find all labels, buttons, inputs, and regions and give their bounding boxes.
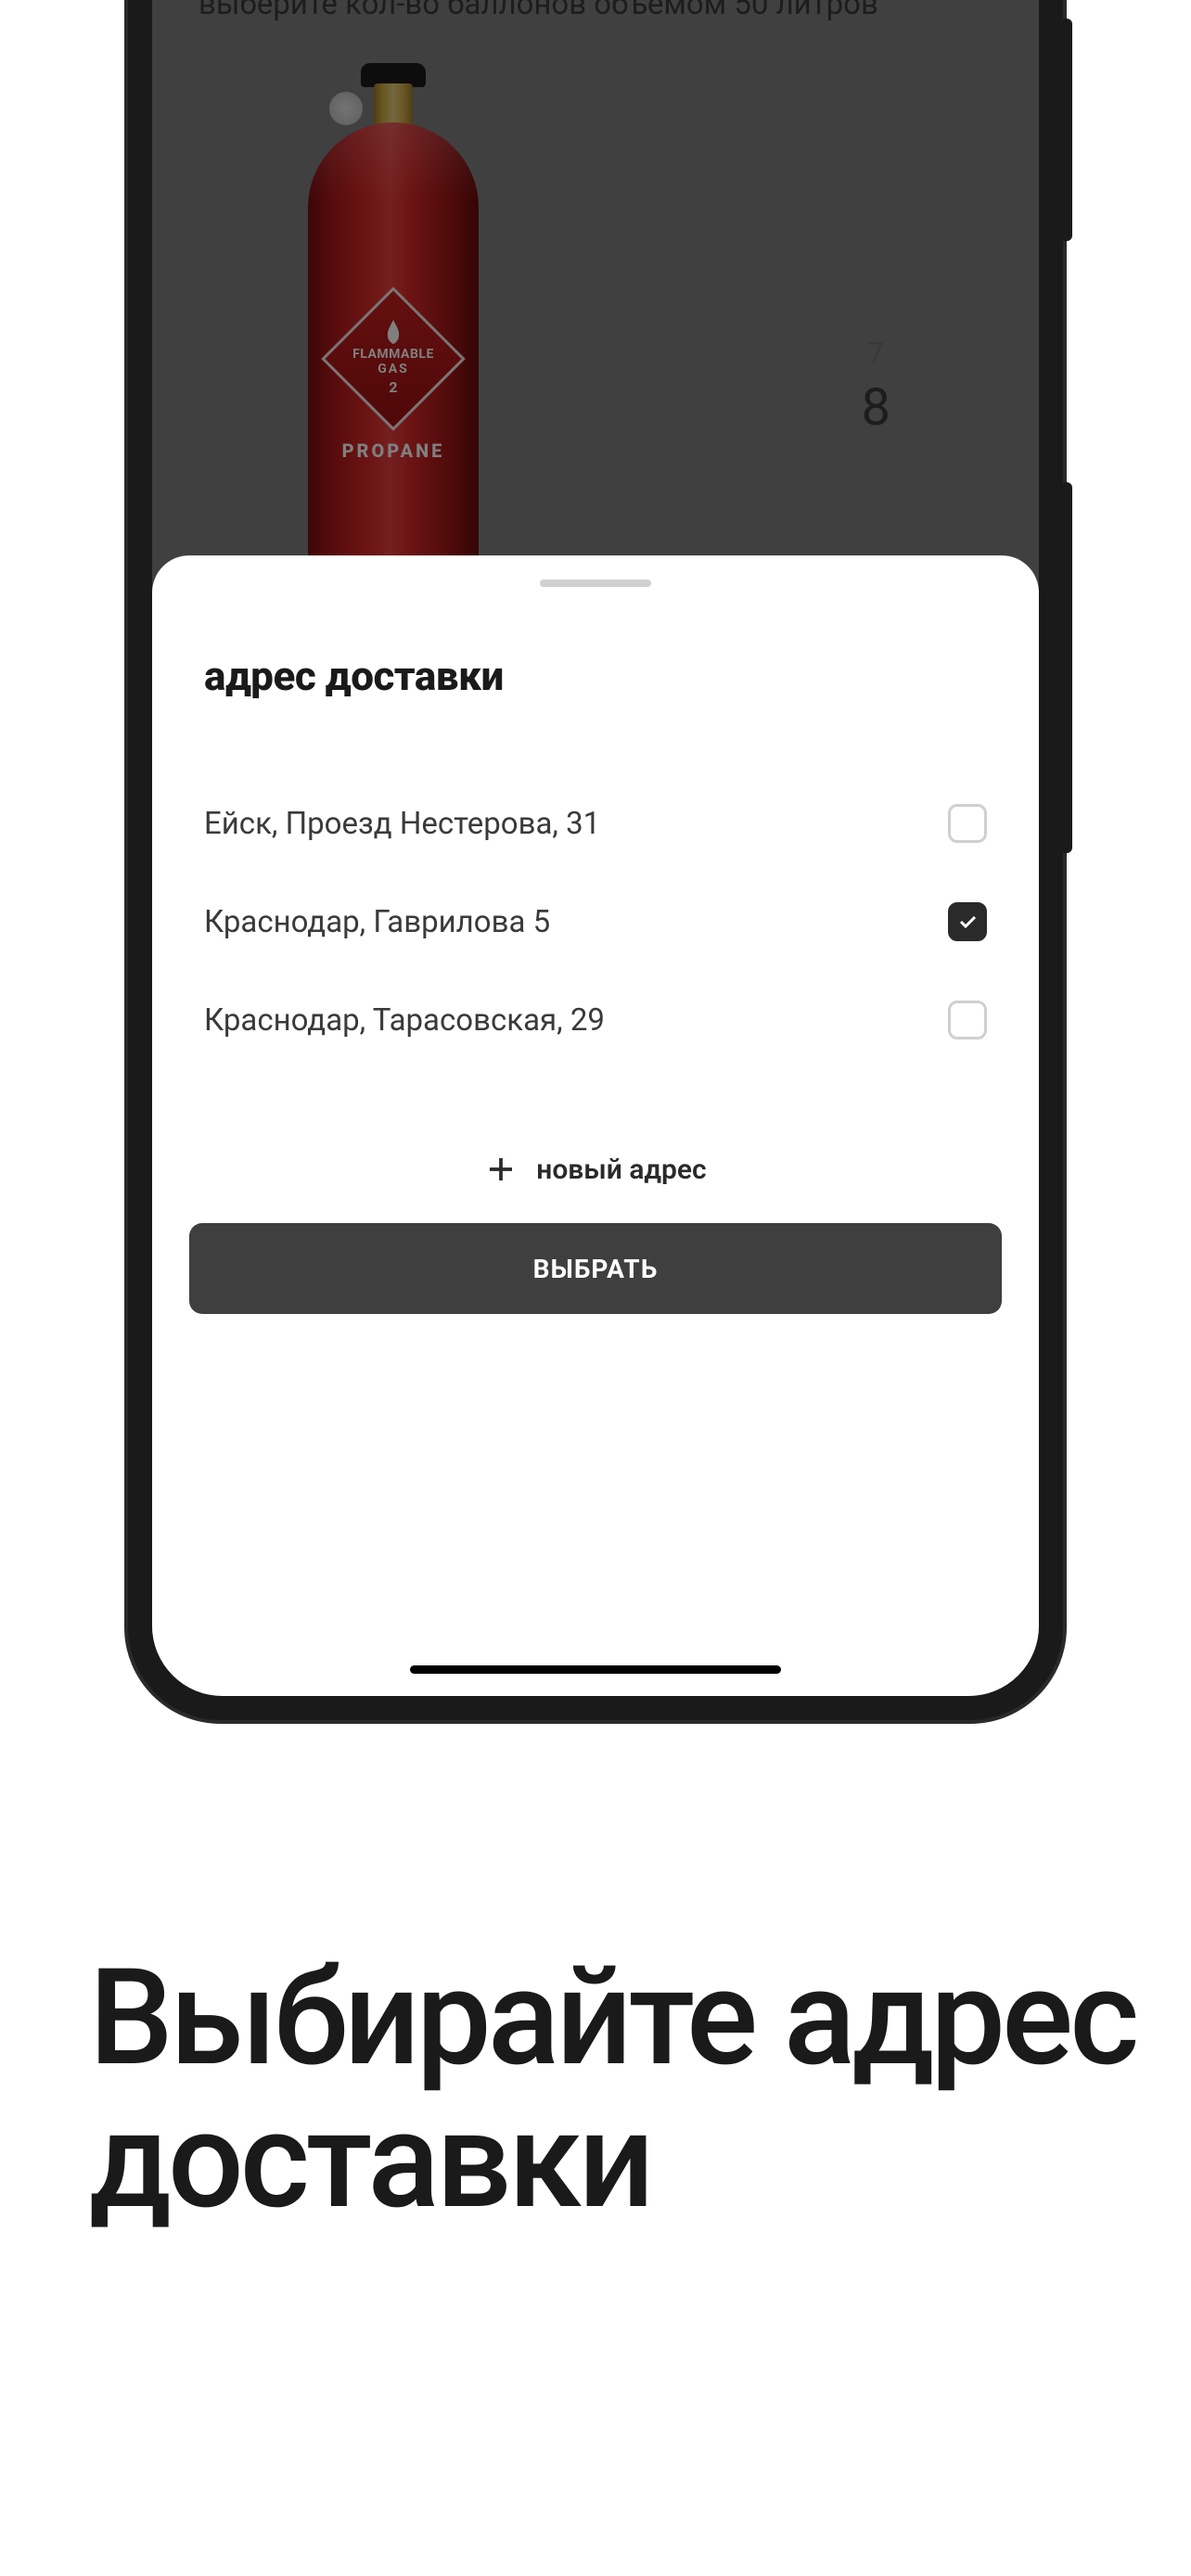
select-button-label: ВЫБРАТЬ bbox=[533, 1254, 659, 1284]
address-label: Ейск, Проезд Нестерова, 31 bbox=[204, 806, 600, 842]
phone-frame: доставка пропана выберите кол-во баллоно… bbox=[128, 0, 1063, 1720]
check-icon bbox=[956, 911, 979, 933]
sheet-title: адрес доставки bbox=[204, 652, 987, 700]
add-new-address-button[interactable]: новый адрес bbox=[204, 1153, 987, 1186]
home-indicator[interactable] bbox=[410, 1665, 781, 1674]
checkbox-checked[interactable] bbox=[948, 902, 987, 941]
address-bottom-sheet: адрес доставки Ейск, Проезд Нестерова, 3… bbox=[152, 555, 1039, 1696]
marketing-headline: Выбирайте адрес доставки bbox=[89, 1947, 1191, 2233]
address-option[interactable]: Ейск, Проезд Нестерова, 31 bbox=[204, 774, 987, 873]
address-label: Краснодар, Гаврилова 5 bbox=[204, 904, 550, 940]
add-new-label: новый адрес bbox=[536, 1154, 706, 1186]
checkbox-unchecked[interactable] bbox=[948, 804, 987, 843]
address-option[interactable]: Краснодар, Гаврилова 5 bbox=[204, 873, 987, 971]
phone-side-button bbox=[1063, 19, 1072, 241]
sheet-grabber[interactable] bbox=[540, 580, 651, 587]
checkbox-unchecked[interactable] bbox=[948, 1001, 987, 1039]
phone-screen: доставка пропана выберите кол-во баллоно… bbox=[152, 0, 1039, 1696]
address-label: Краснодар, Тарасовская, 29 bbox=[204, 1002, 605, 1039]
select-button[interactable]: ВЫБРАТЬ bbox=[189, 1223, 1002, 1314]
address-option[interactable]: Краснодар, Тарасовская, 29 bbox=[204, 971, 987, 1069]
plus-icon bbox=[484, 1153, 518, 1186]
phone-side-button bbox=[1063, 482, 1072, 853]
